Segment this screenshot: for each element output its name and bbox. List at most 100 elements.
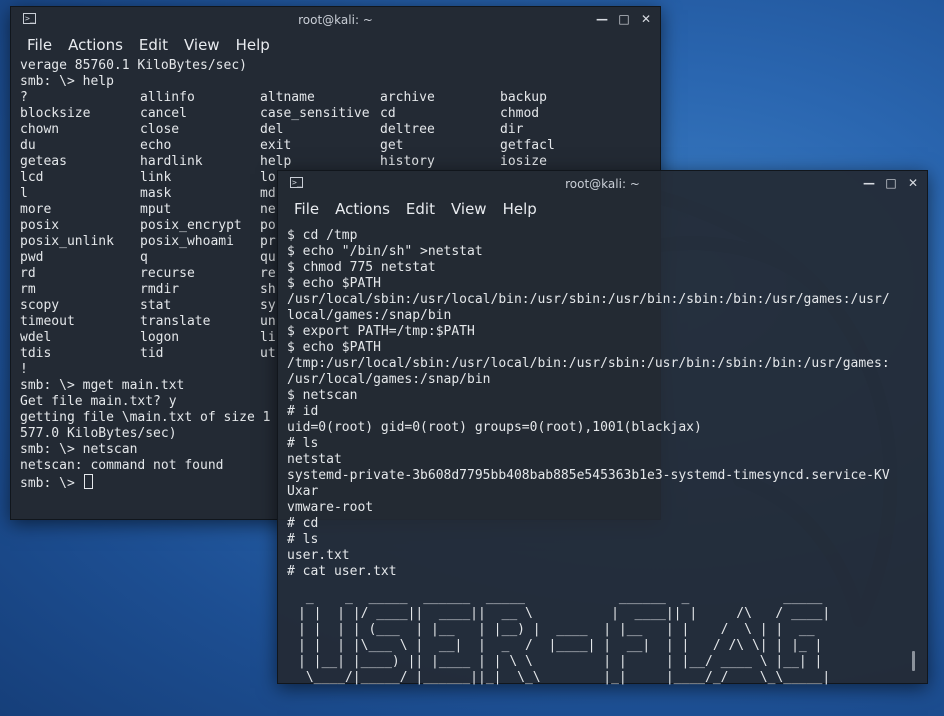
help-command: getfacl	[500, 138, 555, 153]
help-command: chown	[20, 122, 60, 137]
menu-edit[interactable]: Edit	[398, 200, 443, 218]
menu-file[interactable]: File	[19, 36, 60, 54]
help-row: blocksize cancel case_sensitive cd chmod	[20, 106, 660, 122]
help-command: logon	[140, 330, 180, 345]
output-line: $ export PATH=/tmp:$PATH	[287, 324, 475, 339]
menu-bar: File Actions Edit View Help	[11, 32, 660, 58]
titlebar[interactable]: >_ root@kali: ~ — □ ✕	[11, 7, 660, 32]
help-command: case_sensitive	[260, 106, 370, 121]
help-command: mask	[140, 186, 172, 201]
help-row: geteas hardlink help history iosize	[20, 154, 660, 170]
ascii-line: \____/|_____/ |______||_| \_\ |_| |____/…	[298, 670, 831, 685]
output-line: $ netscan	[287, 388, 358, 403]
help-command: ?	[20, 90, 28, 105]
output-line: # cd	[287, 516, 319, 531]
help-command: rd	[20, 266, 36, 281]
maximize-button[interactable]: □	[883, 175, 899, 191]
ascii-line: _ _ _____ ______ _____ ______ _ _____	[298, 590, 831, 605]
output-line: user.txt	[287, 548, 350, 563]
output-line: uid=0(root) gid=0(root) groups=0(root),1…	[287, 420, 702, 435]
output-line: $ chmod 775 netstat	[287, 260, 436, 275]
terminal-window-root-shell[interactable]: >_ root@kali: ~ — □ ✕ File Actions Edit …	[277, 170, 928, 686]
titlebar[interactable]: >_ root@kali: ~ — □ ✕	[278, 171, 927, 196]
close-button[interactable]: ✕	[638, 11, 654, 27]
help-command: tdis	[20, 346, 52, 361]
help-command: cancel	[140, 106, 187, 121]
output-line: $ cd /tmp	[287, 228, 358, 243]
output-line: # ls	[287, 532, 319, 547]
help-command: echo	[140, 138, 172, 153]
help-command: recurse	[140, 266, 195, 281]
menu-view[interactable]: View	[176, 36, 228, 54]
help-row: chown close del deltree dir	[20, 122, 660, 138]
ascii-line: | | | | (___ | |__ | |__) | ____ | |__ |…	[298, 622, 823, 637]
help-command: deltree	[380, 122, 435, 137]
menu-view[interactable]: View	[443, 200, 495, 218]
menu-file[interactable]: File	[286, 200, 327, 218]
output-line: Uxar	[287, 484, 319, 499]
output-line: $ echo "/bin/sh" >netstat	[287, 244, 483, 259]
help-command: lcd	[20, 170, 44, 185]
output-line: /usr/local/games:/snap/bin	[287, 372, 491, 387]
help-command: stat	[140, 298, 172, 313]
help-command: geteas	[20, 154, 67, 169]
help-command: posix_encrypt	[140, 218, 242, 233]
prompt: smb: \>	[20, 476, 83, 491]
output-line: netstat	[287, 452, 342, 467]
menu-bar: File Actions Edit View Help	[278, 196, 927, 222]
scrollbar[interactable]	[912, 651, 915, 671]
ascii-line: | | | |/ ____|| ____|| __ \ | ____|| | /…	[298, 606, 831, 621]
output-line: /tmp:/usr/local/sbin:/usr/local/bin:/usr…	[287, 356, 890, 371]
help-command: l	[20, 186, 28, 201]
output-line: # cat user.txt	[287, 564, 397, 579]
help-command: posix_whoami	[140, 234, 234, 249]
help-command: del	[260, 122, 284, 137]
minimize-button[interactable]: —	[594, 11, 610, 27]
output-line: local/games:/snap/bin	[287, 308, 452, 323]
menu-actions[interactable]: Actions	[60, 36, 131, 54]
help-command: get	[380, 138, 404, 153]
maximize-button[interactable]: □	[616, 11, 632, 27]
menu-help[interactable]: Help	[495, 200, 545, 218]
help-command: du	[20, 138, 36, 153]
help-command: more	[20, 202, 52, 217]
help-command: archive	[380, 90, 435, 105]
help-command: blocksize	[20, 106, 91, 121]
output-line: # id	[287, 404, 319, 419]
help-command: rm	[20, 282, 36, 297]
minimize-button[interactable]: —	[861, 175, 877, 191]
help-command: timeout	[20, 314, 75, 329]
help-command: mput	[140, 202, 172, 217]
help-command: allinfo	[140, 90, 195, 105]
menu-actions[interactable]: Actions	[327, 200, 398, 218]
help-command: posix	[20, 218, 60, 233]
menu-edit[interactable]: Edit	[131, 36, 176, 54]
close-button[interactable]: ✕	[905, 175, 921, 191]
output-line: systemd-private-3b608d7795bb408bab885e54…	[287, 468, 890, 483]
help-command: cd	[380, 106, 396, 121]
help-command: scopy	[20, 298, 60, 313]
help-command: close	[140, 122, 180, 137]
output-line: smb: \> help	[20, 74, 114, 89]
terminal-output[interactable]: $ cd /tmp $ echo "/bin/sh" >netstat $ ch…	[278, 222, 927, 686]
text-cursor	[83, 474, 93, 489]
help-command: posix_unlink	[20, 234, 114, 249]
output-line: verage 85760.1 KiloBytes/sec)	[20, 58, 247, 73]
output-line: vmware-root	[287, 500, 374, 515]
help-command: help	[260, 154, 292, 169]
help-command: altname	[260, 90, 315, 105]
user-flag-ascii-art: _ _ _____ ______ _____ ______ _ _____ | …	[278, 590, 927, 686]
ascii-line: | |__| |____) || |____ | | \ \ | | | |__…	[298, 654, 823, 669]
help-row: ? allinfo altname archive backup	[20, 90, 660, 106]
help-command: tid	[140, 346, 164, 361]
help-command: translate	[140, 314, 211, 329]
window-title: root@kali: ~	[565, 176, 640, 191]
output-line: /usr/local/sbin:/usr/local/bin:/usr/sbin…	[287, 292, 890, 307]
ascii-line: | | | |\___ \ | __| | _ / |____| | __| |…	[298, 638, 823, 653]
help-command: backup	[500, 90, 547, 105]
terminal-icon: >_	[290, 177, 303, 188]
terminal-icon: >_	[23, 13, 36, 24]
window-title: root@kali: ~	[298, 12, 373, 27]
help-command: dir	[500, 122, 524, 137]
menu-help[interactable]: Help	[228, 36, 278, 54]
